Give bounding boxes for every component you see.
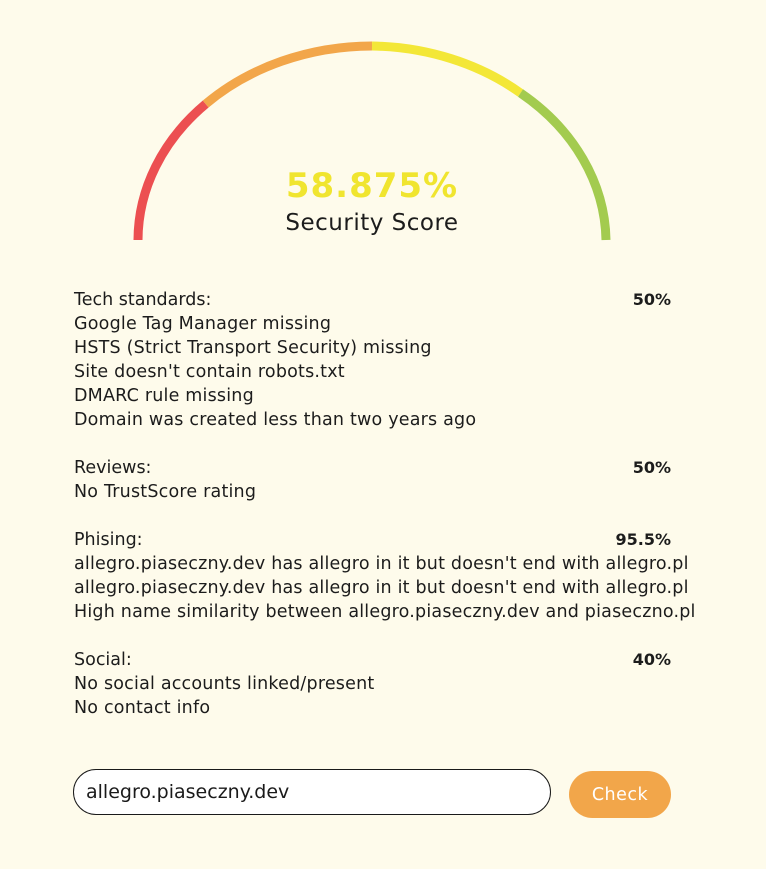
security-checker-app: 58.875% Security Score Tech standards: 5…	[0, 0, 766, 869]
security-score-value: 58.875%	[285, 166, 459, 206]
issue-item: allegro.piaseczny.dev has allegro in it …	[74, 554, 689, 574]
issue-item: DMARC rule missing	[74, 386, 254, 406]
section-score: 50%	[632, 458, 671, 477]
issue-item: No contact info	[74, 698, 211, 718]
section-score: 95.5%	[615, 530, 671, 549]
section-header: Social: 40%	[74, 648, 671, 672]
section-header: Reviews: 50%	[74, 456, 671, 480]
section-title: Reviews:	[74, 458, 152, 478]
issue-item: Domain was created less than two years a…	[74, 410, 477, 430]
section-title: Tech standards:	[74, 290, 212, 310]
section-title: Social:	[74, 650, 132, 670]
section-header: Phising: 95.5%	[74, 528, 671, 552]
section-phising: Phising: 95.5% allegro.piaseczny.dev has…	[74, 528, 696, 624]
section-social: Social: 40% No social accounts linked/pr…	[74, 648, 671, 720]
section-tech-standards: Tech standards: 50% Google Tag Manager m…	[74, 288, 671, 432]
section-reviews: Reviews: 50% No TrustScore rating	[74, 456, 671, 504]
score-breakdown: Tech standards: 50% Google Tag Manager m…	[74, 288, 696, 744]
issue-item: HSTS (Strict Transport Security) missing	[74, 338, 432, 358]
domain-input[interactable]	[73, 769, 551, 815]
issue-item: No TrustScore rating	[74, 482, 257, 502]
section-score: 40%	[632, 650, 671, 669]
check-button[interactable]: Check	[569, 771, 671, 818]
gauge-segment-orange	[202, 41, 373, 108]
section-score: 50%	[632, 290, 671, 309]
section-header: Tech standards: 50%	[74, 288, 671, 312]
security-score-label: Security Score	[285, 210, 459, 236]
gauge-segment-yellow	[371, 41, 524, 97]
issue-item: Site doesn't contain robots.txt	[74, 362, 345, 382]
issue-item: High name similarity between allegro.pia…	[74, 602, 696, 622]
section-title: Phising:	[74, 530, 143, 550]
issue-item: Google Tag Manager missing	[74, 314, 332, 334]
issue-item: No social accounts linked/present	[74, 674, 375, 694]
issue-item: allegro.piaseczny.dev has allegro in it …	[74, 578, 689, 598]
